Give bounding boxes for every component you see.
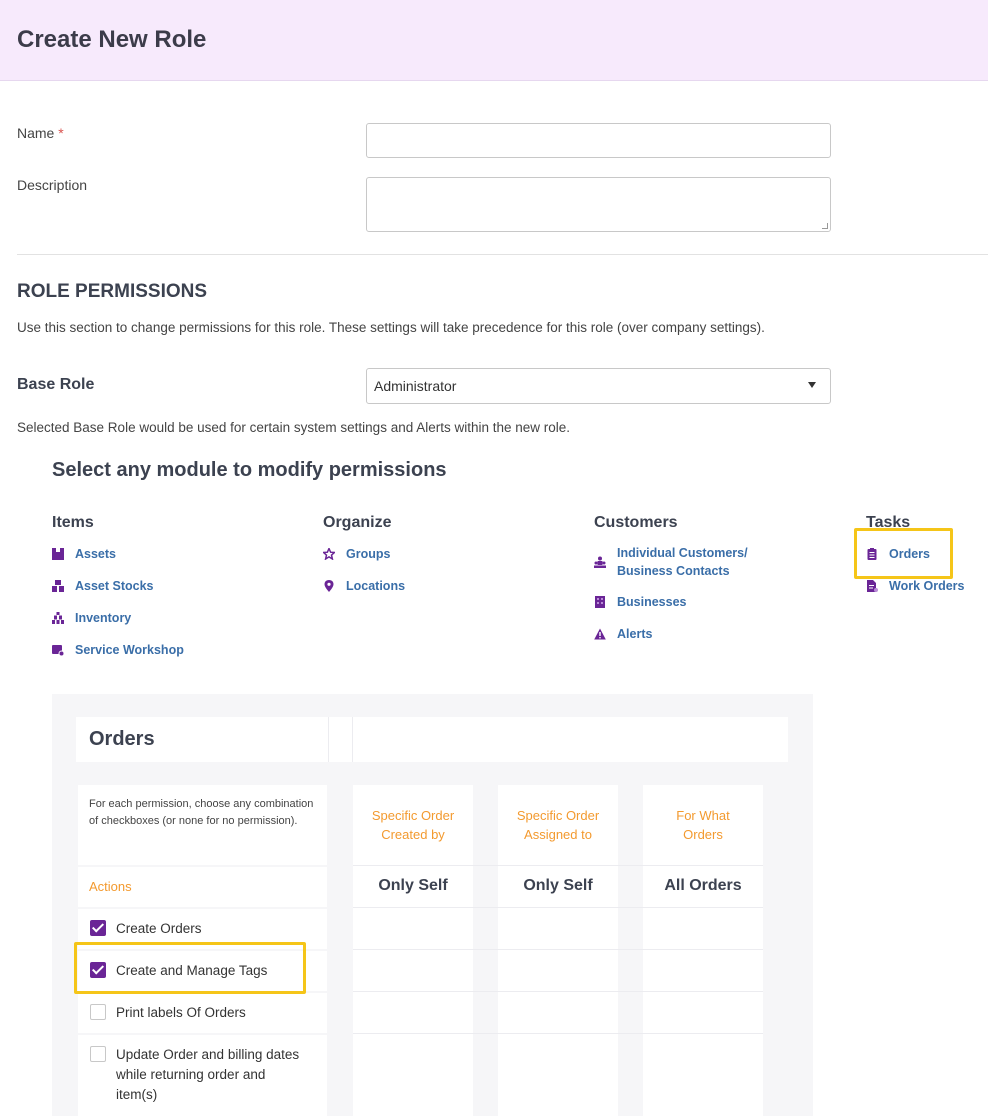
module-link-service-workshop[interactable]: Service Workshop: [75, 641, 184, 659]
column-header-line: For What: [676, 808, 730, 823]
chevron-down-icon: [808, 382, 816, 388]
grid-line: [352, 717, 353, 762]
column-header-line: Specific Order: [516, 808, 600, 823]
work-order-icon: [867, 580, 878, 592]
alert-triangle-icon: [594, 628, 606, 640]
checkbox-print-labels[interactable]: [90, 1004, 106, 1020]
permission-line: while returning order and: [116, 1067, 266, 1082]
permission-update-order-dates: Update Order and billing dates while ret…: [116, 1045, 299, 1105]
module-link-groups[interactable]: Groups: [346, 545, 390, 563]
grid-line: [353, 907, 763, 908]
inventory-icon: [52, 612, 64, 624]
column-header-assigned-to: Specific Order Assigned to: [498, 806, 618, 844]
checkbox-create-orders[interactable]: [90, 920, 106, 936]
highlight-box-orders: [854, 528, 953, 579]
role-permissions-description: Use this section to change permissions f…: [17, 320, 765, 335]
checkbox-update-order-dates[interactable]: [90, 1046, 106, 1062]
building-icon: [595, 596, 605, 608]
workshop-icon: [52, 645, 64, 656]
role-permissions-title: ROLE PERMISSIONS: [17, 281, 208, 302]
highlight-box-manage-tags: [74, 942, 306, 994]
base-role-label: Base Role: [17, 376, 95, 393]
location-pin-icon: [324, 580, 334, 592]
column-heading-items: Items: [52, 514, 94, 531]
base-role-value: Administrator: [374, 378, 457, 394]
box-icon: [52, 548, 64, 560]
divider: [17, 254, 988, 255]
column-value-for-what-orders[interactable]: All Orders: [643, 877, 763, 895]
description-textarea[interactable]: [366, 177, 831, 232]
column-header-line: Created by: [381, 827, 445, 842]
grid-line: [353, 865, 763, 866]
module-link-asset-stocks[interactable]: Asset Stocks: [75, 577, 154, 595]
column-header-line: Orders: [683, 827, 723, 842]
page-title: Create New Role: [17, 26, 207, 53]
page-header: Create New Role: [0, 0, 988, 81]
column-value-assigned-to[interactable]: Only Self: [498, 877, 618, 895]
orders-table-title: Orders: [89, 728, 155, 750]
module-link-individual-customers-line2: Business Contacts: [617, 564, 730, 578]
permission-line: Update Order and billing dates: [116, 1047, 300, 1062]
grid-line: [328, 717, 329, 762]
column-header-created-by: Specific Order Created by: [353, 806, 473, 844]
module-link-locations[interactable]: Locations: [346, 577, 405, 595]
name-label-text: Name: [17, 125, 55, 141]
column-value-created-by[interactable]: Only Self: [353, 877, 473, 895]
base-role-select[interactable]: Administrator: [366, 368, 831, 404]
actions-label: Actions: [89, 879, 132, 894]
people-icon: [594, 556, 606, 568]
module-link-assets[interactable]: Assets: [75, 545, 116, 563]
grid-line: [353, 991, 763, 992]
resize-handle-icon[interactable]: [822, 223, 828, 229]
star-icon: [323, 548, 335, 560]
grid-line: [353, 1033, 763, 1034]
column-header-line: Assigned to: [524, 827, 592, 842]
column-heading-organize: Organize: [323, 514, 392, 531]
permission-create-orders: Create Orders: [116, 921, 202, 936]
grid-line: [353, 949, 763, 950]
required-mark: *: [58, 125, 64, 141]
column-header-line: Specific Order: [371, 808, 455, 823]
column-header-for-what-orders: For What Orders: [643, 806, 763, 844]
boxes-icon: [52, 580, 64, 592]
permission-print-labels: Print labels Of Orders: [116, 1005, 246, 1020]
permission-line: item(s): [116, 1087, 158, 1102]
module-link-alerts[interactable]: Alerts: [617, 625, 652, 643]
module-link-work-orders[interactable]: Work Orders: [889, 577, 965, 595]
modules-title: Select any module to modify permissions: [52, 459, 447, 481]
orders-title-cell: [76, 717, 788, 762]
name-label: Name *: [17, 125, 64, 141]
orders-instructions: For each permission, choose any combinat…: [89, 798, 314, 827]
description-label: Description: [17, 177, 88, 193]
module-link-individual-customers-line1: Individual Customers/: [617, 546, 748, 560]
name-input[interactable]: [366, 123, 831, 158]
module-link-individual-customers[interactable]: Individual Customers/ Business Contacts: [617, 544, 748, 580]
column-heading-customers: Customers: [594, 514, 678, 531]
module-link-businesses[interactable]: Businesses: [617, 593, 686, 611]
module-link-inventory[interactable]: Inventory: [75, 609, 131, 627]
base-role-note: Selected Base Role would be used for cer…: [17, 420, 571, 435]
